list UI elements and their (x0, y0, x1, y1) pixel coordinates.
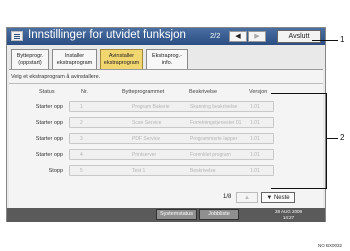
page-indicator: 2/2 (210, 31, 221, 40)
row-status: Starter opp (35, 152, 63, 158)
program-row[interactable]: 2 Scan Service Forretningstjenester 01 1… (69, 117, 274, 128)
tab-label: Bytteprogr. (16, 53, 44, 59)
tab-label: ekstraprogram (56, 59, 93, 66)
exit-button[interactable]: Avslutt (277, 30, 321, 43)
row-version: 1.01 (250, 104, 260, 110)
time: 14:27 (282, 214, 295, 220)
tab-switch-program[interactable]: Bytteprogr. (oppstart) (11, 49, 49, 69)
row-description: Programmerte lapper (190, 136, 238, 142)
status-bar: Systemstatus Jobbliste 28 AUG 2009 14:27 (7, 208, 325, 222)
row-version: 1.01 (250, 136, 260, 142)
system-status-button[interactable]: Systemstatus (156, 209, 197, 220)
column-header-version: Versjon (249, 89, 268, 95)
tab-program-info[interactable]: Ekstraprog.- info. (146, 49, 188, 69)
clock: 28 AUG 2009 14:27 (275, 209, 302, 220)
list-page-indicator: 1/8 (223, 194, 232, 200)
row-program-name: PDF Service (132, 136, 161, 142)
settings-panel: Innstillinger for utvidet funksjon 2/2 ◀… (6, 27, 326, 222)
next-button[interactable]: ▼ Neste (261, 192, 295, 203)
row-status: Starter opp (35, 136, 63, 142)
row-status: Starter opp (35, 104, 63, 110)
column-header-status: Status (39, 89, 55, 95)
row-number: 1 (80, 104, 83, 110)
row-number: 2 (80, 120, 83, 126)
callout-line (271, 93, 326, 94)
row-status: Starter opp (35, 120, 63, 126)
column-header-name: Bytteprogrammet (122, 89, 165, 95)
program-row[interactable]: 3 PDF Service Programmerte lapper 1.01 (69, 133, 274, 144)
previous-page-button[interactable]: ◀ (229, 31, 247, 42)
program-row[interactable]: 4 Printserver Forenklet program 1.01 (69, 149, 274, 160)
row-description: Forretningstjenester 01 (190, 120, 242, 126)
page-title: Innstillinger for utvidet funksjon (28, 29, 186, 41)
title-bar: Innstillinger for utvidet funksjon 2/2 ◀… (7, 28, 325, 45)
scroll-up-button[interactable]: ▲ (236, 192, 258, 203)
row-program-name: Scan Service (132, 120, 162, 126)
tab-uninstall-program[interactable]: Avinstaller ekstraprogram (100, 49, 143, 70)
divider (9, 83, 323, 84)
row-program-name: Test 1 (132, 168, 146, 174)
callout-line (271, 188, 326, 189)
row-version: 1.01 (250, 120, 260, 126)
row-number: 5 (80, 168, 83, 174)
callout-line (312, 40, 338, 41)
callout-bracket (326, 93, 327, 189)
job-list-button[interactable]: Jobbliste (199, 209, 239, 220)
instruction-text: Velg et ekstraprogram å avinstallere. (11, 74, 101, 80)
tab-label: info. (161, 59, 173, 66)
date: 28 AUG 2009 (275, 209, 303, 214)
program-row[interactable]: 5 Test 1 Beskrivelse 1.01 (69, 165, 274, 176)
row-number: 3 (80, 136, 83, 142)
tab-install-program[interactable]: Installer ekstraprogram (52, 49, 97, 69)
row-description: Forenklet program (190, 152, 231, 158)
program-list-area: Velg et ekstraprogram å avinstallere. St… (9, 69, 323, 219)
row-number: 4 (80, 152, 83, 158)
row-description: Skanning beskrivelse (190, 104, 238, 110)
tab-label: (oppstart) (18, 59, 42, 66)
callout-label: 1 (340, 35, 345, 44)
tab-label: Ekstraprog.- (152, 53, 182, 59)
row-status: Stopp (48, 168, 63, 174)
tab-label: ekstraprogram (103, 59, 140, 66)
settings-icon (11, 31, 23, 41)
row-version: 1.01 (250, 168, 260, 174)
column-header-description: Beskrivelse (189, 89, 218, 95)
row-version: 1.01 (250, 152, 260, 158)
row-program-name: Program Bakerie (132, 104, 170, 110)
row-description: Beskrivelse (190, 168, 216, 174)
figure-id: NO BX0032 (318, 243, 343, 248)
callout-line (326, 138, 338, 139)
row-program-name: Printserver (132, 152, 157, 158)
next-page-button[interactable]: ▶ (248, 31, 266, 42)
column-header-number: Nr. (81, 89, 89, 95)
callout-label: 2 (340, 133, 345, 142)
program-row[interactable]: 1 Program Bakerie Skanning beskrivelse 1… (69, 101, 274, 112)
